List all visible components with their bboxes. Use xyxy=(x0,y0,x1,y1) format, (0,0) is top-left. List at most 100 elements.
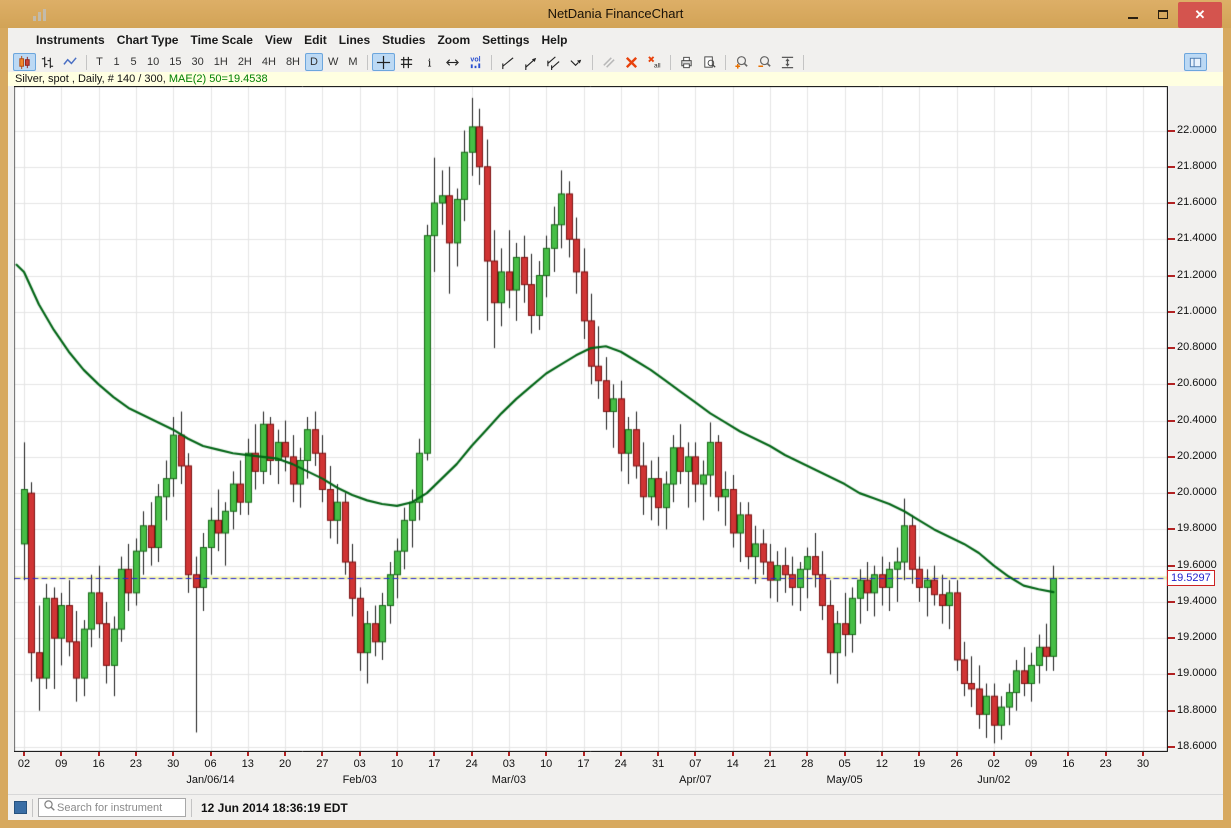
menu-zoom[interactable]: Zoom xyxy=(431,30,476,50)
delete-all-icon: all xyxy=(647,55,662,70)
trend-line-button[interactable] xyxy=(496,53,519,71)
y-axis-label: 21.4000 xyxy=(1177,232,1217,244)
grid-button[interactable] xyxy=(395,53,418,71)
y-axis-tick xyxy=(1168,528,1175,530)
x-axis-tick xyxy=(284,752,286,756)
x-axis-tick xyxy=(471,752,473,756)
study-label: MAE(2) 50=19.4538 xyxy=(169,73,268,85)
x-axis-tick xyxy=(1030,752,1032,756)
fit-vertical-icon xyxy=(780,55,795,70)
svg-text:all: all xyxy=(654,62,661,69)
x-axis-tick xyxy=(620,752,622,756)
menu-edit[interactable]: Edit xyxy=(298,30,333,50)
y-axis-tick xyxy=(1168,311,1175,313)
app-window: NetDania FinanceChart ✕ InstrumentsChart… xyxy=(0,0,1231,828)
search-icon xyxy=(42,798,57,818)
candlestick-chart-button[interactable] xyxy=(13,53,36,71)
x-axis-tick xyxy=(657,752,659,756)
y-axis-tick xyxy=(1168,673,1175,675)
polyline-button[interactable] xyxy=(565,53,588,71)
y-axis-tick xyxy=(1168,746,1175,748)
print-preview-button[interactable] xyxy=(698,53,721,71)
delete-all-button[interactable]: all xyxy=(643,53,666,71)
toolbar-separator xyxy=(803,55,804,70)
y-axis-label: 20.4000 xyxy=(1177,414,1217,426)
x-axis-tick xyxy=(210,752,212,756)
y-axis-label: 20.8000 xyxy=(1177,341,1217,353)
chart-region: 19.5297 22.000021.800021.600021.400021.2… xyxy=(8,86,1223,794)
y-axis-label: 19.8000 xyxy=(1177,522,1217,534)
timescale-daily-button[interactable]: D xyxy=(305,53,323,71)
toolbar: T151015301H2H4H8HDWMivolall xyxy=(8,52,1223,72)
x-axis-tick xyxy=(433,752,435,756)
delete-line-button[interactable] xyxy=(620,53,643,71)
trend-line-arrow-button[interactable] xyxy=(519,53,542,71)
menu-view[interactable]: View xyxy=(259,30,298,50)
menu-instruments[interactable]: Instruments xyxy=(30,30,111,50)
timescale-tick-button[interactable]: T xyxy=(91,53,108,71)
timescale-8h-button[interactable]: 8H xyxy=(281,53,305,71)
x-axis-tick xyxy=(694,752,696,756)
timescale-30m-button[interactable]: 30 xyxy=(187,53,209,71)
print-button[interactable] xyxy=(675,53,698,71)
horizontal-resize-icon xyxy=(445,55,460,70)
timescale-5m-button[interactable]: 5 xyxy=(125,53,142,71)
x-axis-tick xyxy=(844,752,846,756)
y-axis-label: 19.0000 xyxy=(1177,667,1217,679)
y-axis-tick xyxy=(1168,456,1175,458)
y-axis-tick xyxy=(1168,492,1175,494)
timescale-1h-button[interactable]: 1H xyxy=(209,53,233,71)
x-axis-tick xyxy=(508,752,510,756)
bar-chart-button[interactable] xyxy=(36,53,59,71)
zoom-out-button[interactable] xyxy=(753,53,776,71)
timescale-monthly-button[interactable]: M xyxy=(343,53,362,71)
parallel-channel-button[interactable] xyxy=(542,53,565,71)
timescale-weekly-button[interactable]: W xyxy=(323,53,343,71)
x-axis-tick xyxy=(806,752,808,756)
horizontal-scale-button[interactable] xyxy=(441,53,464,71)
menu-settings[interactable]: Settings xyxy=(476,30,535,50)
toolbar-separator xyxy=(86,55,87,70)
grid-icon xyxy=(399,55,414,70)
y-axis-tick xyxy=(1168,347,1175,349)
close-button[interactable]: ✕ xyxy=(1178,2,1222,28)
y-axis-label: 20.0000 xyxy=(1177,486,1217,498)
parallel-lines-button[interactable] xyxy=(597,53,620,71)
timescale-15m-button[interactable]: 15 xyxy=(164,53,186,71)
search-input[interactable] xyxy=(57,802,177,814)
x-axis-tick xyxy=(135,752,137,756)
parallel-lines-icon xyxy=(601,55,616,70)
y-axis-tick xyxy=(1168,130,1175,132)
x-axis-tick xyxy=(359,752,361,756)
maximize-button[interactable] xyxy=(1148,3,1178,25)
menu-lines[interactable]: Lines xyxy=(333,30,376,50)
x-axis-tick xyxy=(732,752,734,756)
fit-vertical-button[interactable] xyxy=(776,53,799,71)
menu-studies[interactable]: Studies xyxy=(376,30,431,50)
chart-header: Silver, spot , Daily, # 140 / 300, MAE(2… xyxy=(8,72,1223,86)
x-axis-tick xyxy=(1142,752,1144,756)
timescale-2h-button[interactable]: 2H xyxy=(233,53,257,71)
line-chart-button[interactable] xyxy=(59,53,82,71)
menu-time-scale[interactable]: Time Scale xyxy=(184,30,258,50)
price-chart-canvas[interactable] xyxy=(14,86,1168,752)
panel-icon xyxy=(1188,55,1203,70)
menu-chart-type[interactable]: Chart Type xyxy=(111,30,185,50)
minimize-icon xyxy=(1128,17,1138,19)
timescale-10m-button[interactable]: 10 xyxy=(142,53,164,71)
menu-help[interactable]: Help xyxy=(535,30,573,50)
last-price-value: 19.5297 xyxy=(1171,572,1211,584)
minimize-button[interactable] xyxy=(1118,3,1148,25)
close-icon: ✕ xyxy=(1195,7,1206,23)
side-panel-button[interactable] xyxy=(1184,53,1207,71)
crosshair-button[interactable] xyxy=(372,53,395,71)
info-button[interactable]: i xyxy=(418,53,441,71)
y-axis-label: 18.6000 xyxy=(1177,740,1217,752)
toolbar-separator xyxy=(725,55,726,70)
timescale-4h-button[interactable]: 4H xyxy=(257,53,281,71)
x-axis-tick xyxy=(23,752,25,756)
volume-button[interactable]: vol xyxy=(464,53,487,71)
zoom-in-button[interactable] xyxy=(730,53,753,71)
x-axis-tick xyxy=(993,752,995,756)
timescale-1m-button[interactable]: 1 xyxy=(108,53,125,71)
